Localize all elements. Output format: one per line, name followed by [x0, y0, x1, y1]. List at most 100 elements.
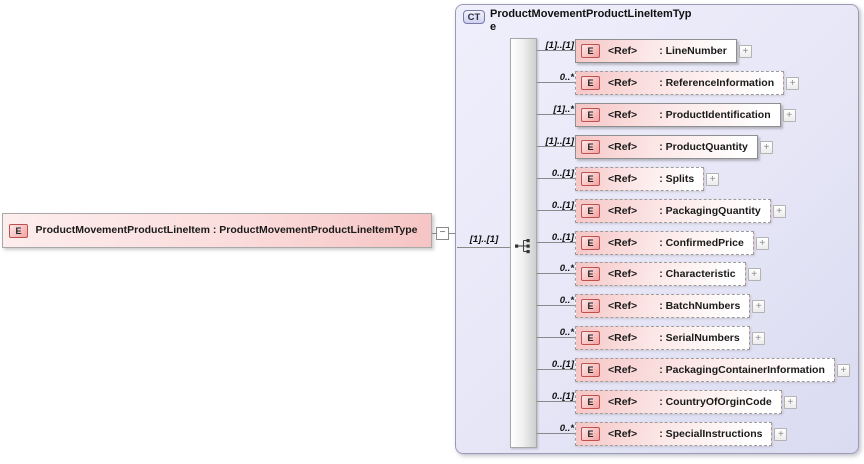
connector: 0..[1]: [537, 358, 575, 382]
expand-icon[interactable]: +: [783, 395, 797, 409]
connector: 0..*: [537, 294, 575, 318]
connector-line: [537, 369, 575, 370]
element-badge: E: [581, 76, 600, 90]
child-element-row: 0..[1] E <Ref> : ConfirmedPrice +: [537, 231, 769, 255]
child-element-box[interactable]: E <Ref> : SerialNumbers: [575, 326, 750, 350]
connector-line: [537, 178, 575, 179]
connector: 0..[1]: [537, 390, 575, 414]
expand-icon[interactable]: +: [752, 299, 766, 313]
ref-label: <Ref>: [608, 77, 638, 89]
element-badge: E: [581, 236, 600, 250]
element-name: : ProductQuantity: [659, 141, 748, 153]
connector: [1]..*: [537, 103, 575, 127]
child-element-row: [1]..[1] E <Ref> : LineNumber +: [537, 39, 752, 63]
element-name: : SerialNumbers: [659, 332, 740, 344]
element-badge: E: [581, 172, 600, 186]
expand-icon[interactable]: +: [772, 204, 786, 218]
ref-label: <Ref>: [608, 205, 638, 217]
expand-icon[interactable]: +: [747, 267, 761, 281]
child-element-box[interactable]: E <Ref> : PackagingQuantity: [575, 199, 771, 223]
connector: 0..*: [537, 326, 575, 350]
root-element-label: ProductMovementProductLineItem : Product…: [35, 224, 418, 236]
child-element-row: 0..* E <Ref> : Characteristic +: [537, 262, 761, 286]
child-element-row: 0..* E <Ref> : SpecialInstructions +: [537, 422, 788, 446]
collapse-icon[interactable]: −: [436, 227, 449, 240]
child-element-box[interactable]: E <Ref> : PackagingContainerInformation: [575, 358, 835, 382]
connector-line: [537, 50, 575, 51]
connector-line: [537, 242, 575, 243]
connector-line: [537, 82, 575, 83]
child-element-box[interactable]: E <Ref> : CountryOfOrginCode: [575, 390, 782, 414]
element-name: : SpecialInstructions: [659, 428, 763, 440]
child-element-box[interactable]: E <Ref> : SpecialInstructions: [575, 422, 773, 446]
child-element-row: 0..[1] E <Ref> : Splits +: [537, 167, 720, 191]
expand-icon[interactable]: +: [786, 76, 800, 90]
child-element-row: 0..[1] E <Ref> : PackagingQuantity +: [537, 199, 786, 223]
connector: 0..*: [537, 262, 575, 286]
element-badge: E: [581, 395, 600, 409]
connector-line: [537, 114, 575, 115]
ref-label: <Ref>: [608, 332, 638, 344]
complex-type-badge: CT: [463, 10, 485, 24]
sequence-icon[interactable]: [514, 238, 532, 254]
child-element-row: [1]..* E <Ref> : ProductIdentification +: [537, 103, 796, 127]
root-element[interactable]: E ProductMovementProductLineItem : Produ…: [2, 213, 432, 248]
connector-line: [457, 247, 510, 248]
child-element-box[interactable]: E <Ref> : Splits: [575, 167, 705, 191]
element-name: : Splits: [659, 173, 695, 185]
element-name: : ReferenceInformation: [659, 77, 775, 89]
expand-icon[interactable]: +: [782, 108, 796, 122]
ref-label: <Ref>: [608, 173, 638, 185]
xsd-diagram: E ProductMovementProductLineItem : Produ…: [0, 0, 864, 464]
connector-line: [537, 305, 575, 306]
connector: [1]..[1]: [537, 135, 575, 159]
child-element-row: 0..[1] E <Ref> : PackagingContainerInfor…: [537, 358, 850, 382]
expand-icon[interactable]: +: [751, 331, 765, 345]
element-name: : CountryOfOrginCode: [659, 396, 772, 408]
expand-icon[interactable]: +: [774, 427, 788, 441]
ref-label: <Ref>: [608, 396, 638, 408]
expand-icon[interactable]: +: [836, 363, 850, 377]
connector: 0..*: [537, 71, 575, 95]
ref-label: <Ref>: [608, 300, 638, 312]
element-badge: E: [9, 223, 28, 238]
element-badge: E: [581, 140, 600, 154]
element-badge: E: [581, 44, 600, 58]
element-name: : PackagingContainerInformation: [659, 364, 825, 376]
child-element-row: [1]..[1] E <Ref> : ProductQuantity +: [537, 135, 773, 159]
ref-label: <Ref>: [608, 109, 638, 121]
element-badge: E: [581, 363, 600, 377]
child-element-row: 0..* E <Ref> : BatchNumbers +: [537, 294, 766, 318]
expand-icon[interactable]: +: [755, 236, 769, 250]
connector-line: [537, 210, 575, 211]
connector: 0..[1]: [537, 167, 575, 191]
expand-icon[interactable]: +: [706, 172, 720, 186]
ref-label: <Ref>: [608, 45, 638, 57]
connector-line: [537, 337, 575, 338]
ref-label: <Ref>: [608, 237, 638, 249]
element-badge: E: [581, 267, 600, 281]
complex-type-container: CT ProductMovementProductLineItemType [1…: [455, 4, 859, 454]
child-element-row: 0..* E <Ref> : SerialNumbers +: [537, 326, 765, 350]
ref-label: <Ref>: [608, 364, 638, 376]
child-element-box[interactable]: E <Ref> : BatchNumbers: [575, 294, 751, 318]
element-name: : ConfirmedPrice: [659, 237, 744, 249]
child-element-box[interactable]: E <Ref> : ProductIdentification: [575, 103, 781, 127]
ref-label: <Ref>: [608, 428, 638, 440]
element-name: : PackagingQuantity: [659, 205, 761, 217]
child-element-box[interactable]: E <Ref> : LineNumber: [575, 39, 737, 63]
child-element-box[interactable]: E <Ref> : Characteristic: [575, 262, 746, 286]
child-element-box[interactable]: E <Ref> : ProductQuantity: [575, 135, 758, 159]
child-element-box[interactable]: E <Ref> : ConfirmedPrice: [575, 231, 754, 255]
entry-cardinality-label: [1]..[1]: [469, 234, 499, 245]
element-name: : BatchNumbers: [659, 300, 741, 312]
element-badge: E: [581, 299, 600, 313]
connector-line: [537, 401, 575, 402]
expand-icon[interactable]: +: [759, 140, 773, 154]
child-element-box[interactable]: E <Ref> : ReferenceInformation: [575, 71, 785, 95]
ref-label: <Ref>: [608, 141, 638, 153]
expand-icon[interactable]: +: [738, 44, 752, 58]
connector-line: [537, 433, 575, 434]
element-name: : LineNumber: [659, 45, 727, 57]
element-badge: E: [581, 331, 600, 345]
